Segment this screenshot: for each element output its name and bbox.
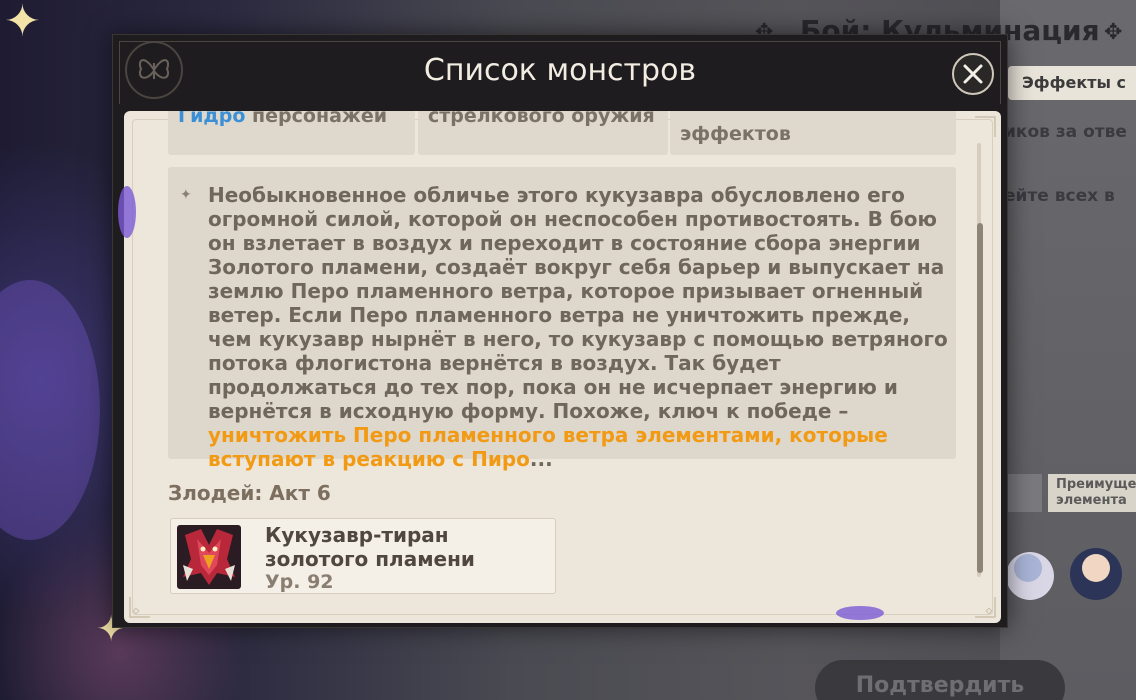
tab-ranged-weapons[interactable]: стрелкового оружия — [418, 111, 668, 155]
corner-ornament-icon — [129, 597, 150, 618]
description-body: Необыкновенное обличье этого кукузавра о… — [208, 183, 948, 423]
scrollbar-thumb[interactable] — [977, 223, 983, 573]
tab-label: эффектов — [680, 123, 791, 145]
purple-glow — [118, 186, 136, 238]
bg-tab-effects[interactable]: Эффекты с — [1008, 66, 1136, 100]
monster-level: Ур. 92 — [265, 571, 334, 593]
close-icon — [963, 64, 983, 84]
bg-text-line: ейте всех в — [1004, 186, 1115, 206]
bg-text-line: иков за отве — [1004, 122, 1127, 142]
purple-glow — [836, 606, 884, 620]
tab-label: персонажей — [245, 111, 388, 127]
monster-card[interactable]: Кукузавр-тиран золотого пламени Ур. 92 — [170, 518, 556, 594]
diamond-bullet-icon: ✦ — [180, 187, 192, 203]
scroll-viewport[interactable]: Гидро персонажей стрелкового оружия эффе… — [168, 111, 962, 611]
content-panel: Гидро персонажей стрелкового оружия эффе… — [124, 111, 1001, 623]
description-text: Необыкновенное обличье этого кукузавра о… — [208, 183, 950, 471]
bg-title-deco-icon: ✥ — [1104, 20, 1123, 45]
confirm-button[interactable]: Подтвердить — [815, 660, 1065, 700]
tab-label: стрелкового оружия — [428, 111, 655, 127]
monster-portrait-icon — [177, 525, 241, 589]
filter-tabs: Гидро персонажей стрелкового оружия эффе… — [168, 111, 962, 155]
villains-heading: Злодей: Акт 6 — [168, 481, 331, 505]
monster-name: Кукузавр-тиран золотого пламени — [265, 523, 475, 571]
description-ellipsis: ... — [529, 447, 553, 471]
bg-advantage-label: Преимуще элемента — [1048, 474, 1136, 512]
tab-label-highlight: Гидро — [178, 111, 246, 127]
bg-sparkle-icon: ✦ — [4, 0, 41, 47]
corner-ornament-icon — [975, 597, 996, 618]
close-button[interactable] — [952, 53, 994, 95]
bg-character-avatars — [1000, 538, 1136, 608]
tab-hydro-characters[interactable]: Гидро персонажей — [168, 111, 415, 155]
monster-description: ✦ Необыкновенное обличье этого кукузавра… — [168, 167, 956, 471]
bg-slot — [1004, 474, 1042, 512]
modal-title: Список монстров — [423, 53, 697, 88]
corner-ornament-icon — [975, 116, 996, 137]
tab-effects[interactable]: эффектов — [670, 111, 956, 155]
monster-list-modal: Список монстров Гидро персонажей стрелко… — [112, 34, 1008, 628]
